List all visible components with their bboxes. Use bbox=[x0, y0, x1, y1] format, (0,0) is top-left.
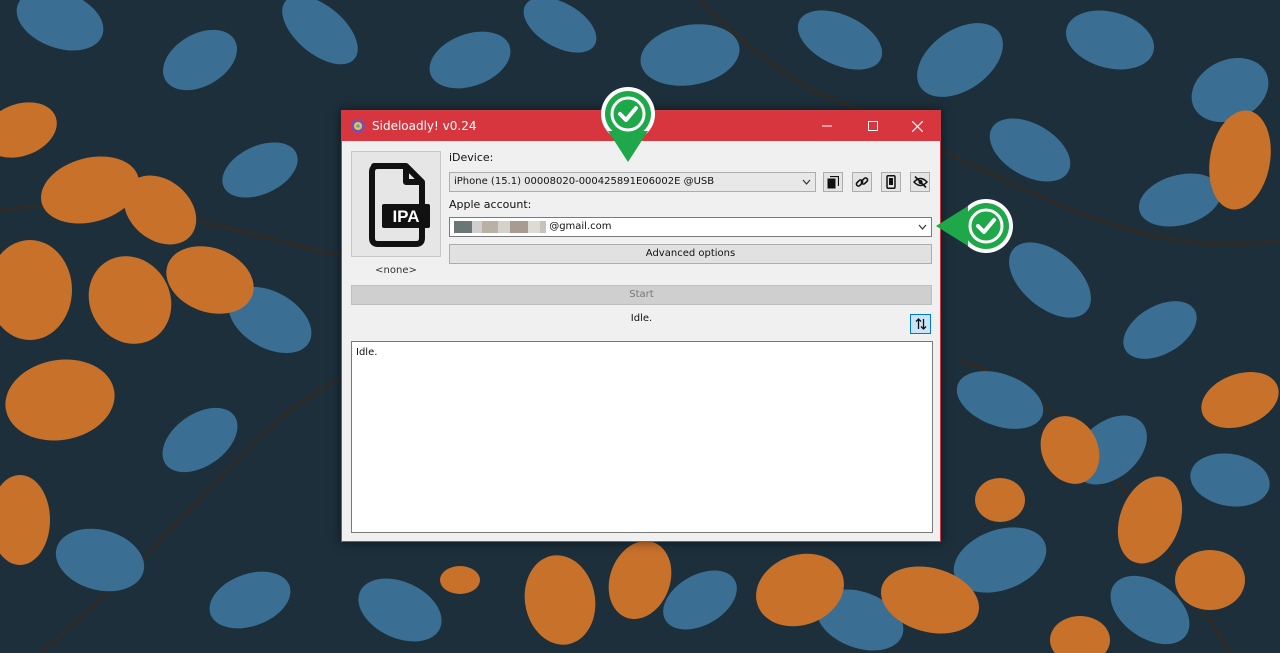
phone-icon bbox=[886, 175, 896, 189]
copy-icon bbox=[827, 175, 839, 188]
device-label: iDevice: bbox=[449, 151, 494, 164]
redacted-email-prefix bbox=[454, 221, 549, 233]
ipa-drop-zone[interactable]: IPA bbox=[351, 151, 441, 257]
chevron-down-icon bbox=[802, 179, 811, 185]
close-button[interactable] bbox=[894, 111, 940, 141]
minimize-button[interactable] bbox=[804, 111, 850, 141]
ipa-icon-text: IPA bbox=[392, 207, 419, 226]
link-icon bbox=[855, 177, 869, 187]
status-text: Idle. bbox=[630, 313, 653, 324]
ipa-file-caption: <none> bbox=[375, 265, 417, 276]
sideloadly-window: Sideloadly! v0.24 IPA <none> iDevice: iP… bbox=[341, 110, 941, 542]
minimize-icon bbox=[822, 125, 832, 127]
copy-button[interactable] bbox=[823, 172, 843, 192]
maximize-button[interactable] bbox=[850, 111, 896, 141]
start-button[interactable]: Start bbox=[351, 285, 932, 305]
chevron-down-icon bbox=[918, 224, 927, 230]
close-icon bbox=[911, 120, 923, 132]
link-button[interactable] bbox=[852, 172, 872, 192]
advanced-options-button[interactable]: Advanced options bbox=[449, 244, 932, 264]
eye-off-icon bbox=[912, 176, 928, 188]
device-selected-value: iPhone (15.1) 00008020-000425891E06002E … bbox=[454, 176, 715, 187]
sort-arrows-icon bbox=[915, 318, 926, 330]
log-textarea[interactable]: Idle. bbox=[351, 341, 933, 533]
account-label: Apple account: bbox=[449, 198, 532, 211]
hide-info-button[interactable] bbox=[910, 172, 930, 192]
checkmark-badge-icon bbox=[601, 87, 655, 162]
ipa-file-icon: IPA bbox=[369, 163, 430, 247]
app-icon bbox=[351, 119, 365, 133]
checkmark-badge-icon bbox=[936, 199, 1013, 253]
account-dropdown[interactable]: @gmail.com bbox=[449, 217, 932, 237]
device-dropdown[interactable]: iPhone (15.1) 00008020-000425891E06002E … bbox=[449, 172, 816, 192]
window-title: Sideloadly! v0.24 bbox=[372, 119, 477, 133]
account-email-suffix: @gmail.com bbox=[549, 221, 612, 232]
device-info-button[interactable] bbox=[881, 172, 901, 192]
maximize-icon bbox=[868, 121, 878, 131]
toggle-log-order-button[interactable] bbox=[910, 314, 931, 334]
log-text: Idle. bbox=[356, 347, 378, 358]
